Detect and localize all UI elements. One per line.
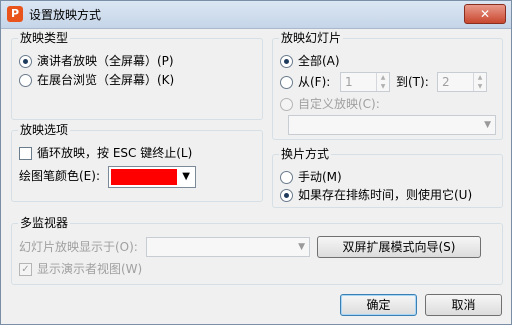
show-options-legend: 放映选项	[18, 122, 71, 138]
show-options-group: 放映选项 循环放映，按 ESC 键终止(L) 绘图笔颜色(E): ▼	[11, 122, 263, 202]
close-button[interactable]: ✕	[464, 4, 506, 24]
radio-label: 如果存在排练时间，则使用它(U)	[298, 188, 473, 202]
radio-label: 在展台浏览（全屏幕）(K)	[37, 73, 175, 87]
dialog-title: 设置放映方式	[29, 8, 102, 22]
ok-button[interactable]: 确定	[340, 294, 417, 316]
radio-button[interactable]	[19, 74, 32, 87]
dropdown-arrow-icon: ▼	[182, 171, 190, 182]
slides-range-legend: 放映幻灯片	[279, 30, 344, 46]
multi-monitor-legend: 多监视器	[18, 215, 71, 231]
radio-button-selected[interactable]	[280, 55, 293, 68]
from-slide-spinner[interactable]: 1 ▲ ▼	[340, 72, 390, 92]
radio-button-selected[interactable]	[280, 189, 293, 202]
dual-screen-wizard-button[interactable]: 双屏扩展模式向导(S)	[317, 236, 481, 258]
dropdown-arrow-icon: ▼	[484, 120, 491, 130]
from-slide-value: 1	[345, 75, 353, 89]
pen-color-swatch	[111, 169, 177, 185]
presenter-view-label: 显示演示者视图(W)	[37, 262, 143, 276]
to-label: 到(T):	[396, 75, 429, 89]
presenter-view-checkbox[interactable]: ✓	[19, 263, 32, 276]
advance-slides-legend: 换片方式	[279, 146, 332, 162]
spinner-arrows-icon[interactable]: ▲ ▼	[473, 73, 486, 91]
multi-monitor-group: 多监视器 幻灯片放映显示于(O): ▼ 双屏扩展模式向导(S) ✓ 显示演示者视…	[11, 215, 503, 285]
pen-color-label: 绘图笔颜色(E):	[19, 169, 100, 183]
dialog-window: P 设置放映方式 ✕ 放映类型 演讲者放映（全屏幕）(P) 在展台浏览（全屏幕）…	[0, 0, 512, 325]
loop-label: 循环放映，按 ESC 键终止(L)	[37, 146, 193, 160]
to-slide-value: 2	[442, 75, 450, 89]
display-on-dropdown[interactable]: ▼	[146, 237, 310, 257]
show-type-group: 放映类型 演讲者放映（全屏幕）(P) 在展台浏览（全屏幕）(K)	[11, 30, 263, 120]
display-on-label: 幻灯片放映显示于(O):	[19, 240, 138, 254]
slides-range-group: 放映幻灯片 全部(A) 从(F): 1 ▲ ▼ 到(T): 2 ▲ ▼ 自定义放映(…	[272, 30, 503, 140]
advance-slides-group: 换片方式 手动(M) 如果存在排练时间，则使用它(U)	[272, 146, 503, 208]
show-type-legend: 放映类型	[18, 30, 71, 46]
radio-button-disabled[interactable]	[280, 98, 293, 111]
to-slide-spinner[interactable]: 2 ▲ ▼	[437, 72, 487, 92]
radio-button[interactable]	[280, 76, 293, 89]
radio-label: 从(F):	[298, 75, 331, 89]
wps-presentation-icon: P	[7, 6, 23, 22]
radio-label: 手动(M)	[298, 170, 342, 184]
loop-checkbox[interactable]	[19, 147, 32, 160]
cancel-button[interactable]: 取消	[425, 294, 502, 316]
radio-label: 全部(A)	[298, 54, 340, 68]
pen-color-dropdown[interactable]: ▼	[108, 166, 196, 188]
radio-button[interactable]	[280, 171, 293, 184]
radio-label: 自定义放映(C):	[298, 97, 380, 111]
custom-show-dropdown[interactable]: ▼	[288, 115, 496, 135]
title-bar[interactable]: P 设置放映方式 ✕	[1, 1, 511, 29]
dropdown-arrow-icon: ▼	[298, 242, 305, 252]
radio-label: 演讲者放映（全屏幕）(P)	[37, 54, 174, 68]
spinner-arrows-icon[interactable]: ▲ ▼	[376, 73, 389, 91]
radio-button-selected[interactable]	[19, 55, 32, 68]
